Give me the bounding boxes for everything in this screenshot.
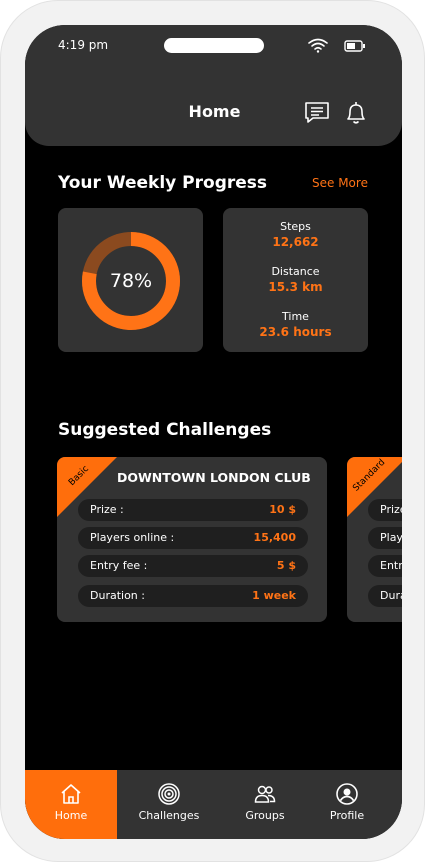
progress-stats-card: Steps 12,662 Distance 15.3 km Time 23.6 … bbox=[223, 208, 368, 352]
row-label: Entry fee : bbox=[380, 559, 402, 572]
camera-notch bbox=[164, 38, 264, 53]
progress-percent: 78% bbox=[109, 270, 153, 292]
progress-donut: 78% bbox=[80, 230, 182, 332]
stat-value: 15.3 km bbox=[268, 280, 323, 294]
nav-item-profile[interactable]: Profile bbox=[301, 770, 393, 839]
suggested-challenges-title: Suggested Challenges bbox=[58, 420, 272, 440]
nav-label: Groups bbox=[245, 809, 285, 822]
challenge-name: DOWNTOWN LONDON CLUB bbox=[117, 470, 311, 485]
nav-item-groups[interactable]: Groups bbox=[219, 770, 311, 839]
stat-label: Time bbox=[282, 310, 309, 323]
challenge-row: Duration : bbox=[368, 585, 402, 607]
time-stat: Time 23.6 hours bbox=[223, 310, 368, 339]
distance-stat: Distance 15.3 km bbox=[223, 265, 368, 294]
nav-label: Home bbox=[54, 809, 88, 822]
challenge-row: Entry fee : 5 $ bbox=[78, 555, 308, 577]
challenge-row: Players online : 15,400 bbox=[78, 527, 308, 549]
stat-value: 12,662 bbox=[272, 235, 319, 249]
challenge-card[interactable]: Basic DOWNTOWN LONDON CLUB Prize : 10 $ … bbox=[57, 457, 327, 622]
row-value: 15,400 bbox=[253, 531, 296, 544]
bottom-nav: Home Challenges Groups Profile bbox=[25, 770, 402, 839]
challenge-row: Prize : bbox=[368, 499, 402, 521]
challenge-row: Entry fee : bbox=[368, 555, 402, 577]
steps-stat: Steps 12,662 bbox=[223, 220, 368, 249]
row-label: Players online : bbox=[380, 531, 402, 544]
wifi-icon bbox=[308, 38, 328, 53]
challenge-row: Players online : bbox=[368, 527, 402, 549]
row-label: Duration : bbox=[380, 589, 402, 602]
see-more-link[interactable]: See More bbox=[312, 176, 368, 190]
nav-label: Challenges bbox=[138, 809, 200, 822]
weekly-progress-title: Your Weekly Progress bbox=[58, 173, 268, 193]
app-screen: 4:19 pm Home Your Weekly Progress See Mo… bbox=[25, 25, 402, 839]
nav-item-challenges[interactable]: Challenges bbox=[123, 770, 215, 839]
row-value: 1 week bbox=[252, 589, 296, 602]
row-label: Duration : bbox=[90, 589, 145, 602]
battery-icon bbox=[344, 40, 365, 52]
row-label: Players online : bbox=[90, 531, 175, 544]
chat-icon[interactable] bbox=[304, 100, 330, 126]
progress-donut-card: 78% bbox=[58, 208, 203, 352]
top-bar: 4:19 pm Home bbox=[25, 25, 402, 146]
profile-icon bbox=[336, 783, 358, 805]
row-label: Prize : bbox=[380, 503, 402, 516]
row-value: 5 $ bbox=[276, 559, 296, 572]
row-label: Entry fee : bbox=[90, 559, 148, 572]
challenge-row: Duration : 1 week bbox=[78, 585, 308, 607]
challenge-row: Prize : 10 $ bbox=[78, 499, 308, 521]
nav-item-home[interactable]: Home bbox=[25, 770, 117, 839]
stat-value: 23.6 hours bbox=[259, 325, 332, 339]
bell-icon[interactable] bbox=[343, 100, 369, 126]
challenge-card[interactable]: Standard Prize : Players online : Entry … bbox=[347, 457, 402, 622]
nav-label: Profile bbox=[329, 809, 365, 822]
phone-frame: 4:19 pm Home Your Weekly Progress See Mo… bbox=[0, 0, 425, 862]
stat-label: Distance bbox=[271, 265, 320, 278]
target-icon bbox=[158, 783, 180, 805]
home-icon bbox=[61, 784, 81, 804]
row-label: Prize : bbox=[90, 503, 124, 516]
row-value: 10 $ bbox=[269, 503, 296, 516]
status-time: 4:19 pm bbox=[58, 38, 109, 52]
groups-icon bbox=[254, 785, 276, 803]
stat-label: Steps bbox=[280, 220, 311, 233]
